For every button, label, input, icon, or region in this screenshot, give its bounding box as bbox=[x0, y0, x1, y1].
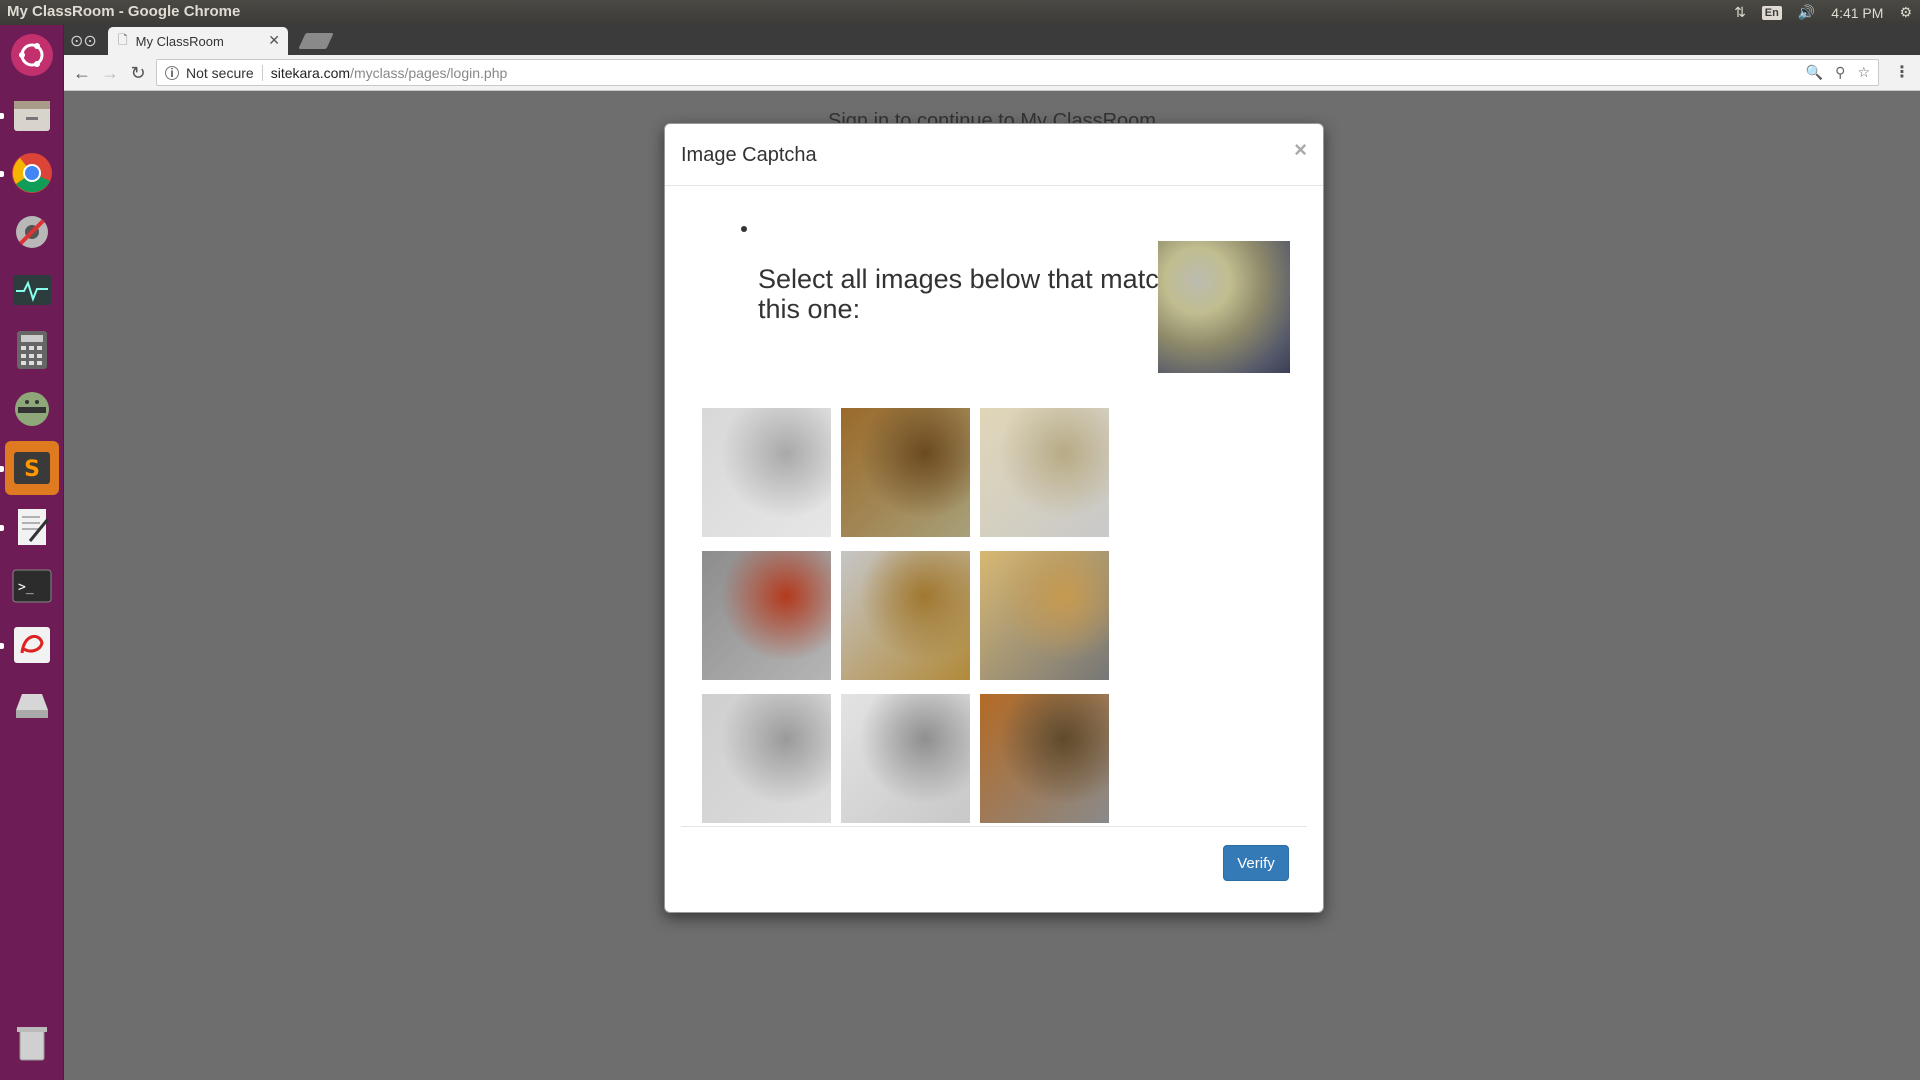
text-editor-icon[interactable] bbox=[5, 500, 59, 554]
sublime-running-indicator bbox=[0, 466, 4, 472]
page-viewport: Sign in to continue to My ClassRoom Imag… bbox=[64, 91, 1920, 1080]
drive-icon[interactable] bbox=[5, 677, 59, 731]
tab-title: My ClassRoom bbox=[135, 33, 224, 49]
captcha-modal: Image Captcha × Select all images below … bbox=[664, 123, 1324, 913]
captcha-reference-image bbox=[1158, 241, 1290, 373]
settings-gear-icon[interactable]: ⚙ bbox=[1891, 0, 1920, 25]
captcha-choice-image[interactable] bbox=[980, 551, 1109, 680]
browser-tab-strip: ⊙⊙ 🗋 My ClassRoom ✕ bbox=[64, 25, 1920, 55]
sublime-text-icon[interactable]: S bbox=[5, 441, 59, 495]
clock[interactable]: 4:41 PM bbox=[1823, 0, 1891, 25]
pdf-running-indicator bbox=[0, 643, 4, 649]
modal-header: Image Captcha × bbox=[665, 124, 1323, 186]
captcha-instruction: Select all images below that match this … bbox=[758, 264, 1174, 324]
security-label: Not secure bbox=[186, 64, 263, 81]
browser-menu-icon[interactable]: ⋮ bbox=[1894, 62, 1910, 82]
captcha-choice-image[interactable] bbox=[841, 694, 970, 823]
keyboard-layout-indicator[interactable]: En bbox=[1761, 5, 1782, 20]
url-host: sitekara.com bbox=[270, 64, 351, 81]
tab-my-classroom[interactable]: 🗋 My ClassRoom ✕ bbox=[108, 27, 288, 55]
chrome-icon[interactable] bbox=[5, 146, 59, 200]
android-device-icon[interactable] bbox=[5, 382, 59, 436]
extension-icon[interactable]: ⚲ bbox=[1835, 64, 1845, 81]
back-arrow-icon[interactable]: ← bbox=[70, 61, 94, 85]
address-bar[interactable]: i Not secure sitekara.com/myclass/pages/… bbox=[156, 59, 1879, 86]
browser-toolbar: ← → ↻ i Not secure sitekara.com/myclass/… bbox=[64, 55, 1920, 91]
reload-icon[interactable]: ↻ bbox=[126, 61, 150, 85]
modal-close-icon[interactable]: × bbox=[1294, 137, 1307, 163]
system-settings-icon[interactable] bbox=[5, 205, 59, 259]
incognito-icon: ⊙⊙ bbox=[70, 33, 97, 50]
captcha-choice-image[interactable] bbox=[841, 551, 970, 680]
modal-title: Image Captcha bbox=[681, 144, 817, 166]
verify-button[interactable]: Verify bbox=[1223, 845, 1289, 881]
unity-launcher: S >_ bbox=[0, 25, 64, 1080]
network-icon[interactable]: ⇅ bbox=[1726, 0, 1754, 25]
captcha-choice-image[interactable] bbox=[702, 408, 831, 537]
svg-text:>_: >_ bbox=[18, 580, 34, 595]
captcha-choice-image[interactable] bbox=[980, 694, 1109, 823]
text-editor-running-indicator bbox=[0, 525, 4, 531]
forward-arrow-icon[interactable]: → bbox=[98, 61, 122, 85]
ubuntu-dash-icon[interactable] bbox=[5, 28, 59, 82]
zoom-icon[interactable]: 🔍 bbox=[1806, 64, 1823, 81]
system-monitor-icon[interactable] bbox=[5, 264, 59, 318]
window-title: My ClassRoom - Google Chrome bbox=[7, 3, 241, 20]
url-path: /myclass/pages/login.php bbox=[350, 64, 508, 81]
bookmark-star-icon[interactable]: ☆ bbox=[1857, 64, 1870, 81]
captcha-choice-image[interactable] bbox=[841, 408, 970, 537]
os-top-bar: My ClassRoom - Google Chrome ⇅ En 🔊 4:41… bbox=[0, 0, 1920, 25]
captcha-choice-image[interactable] bbox=[980, 408, 1109, 537]
pdf-reader-icon[interactable] bbox=[5, 618, 59, 672]
site-info-icon[interactable]: i bbox=[165, 65, 179, 80]
volume-icon[interactable]: 🔊 bbox=[1790, 0, 1823, 25]
list-bullet bbox=[741, 226, 747, 232]
captcha-choice-image[interactable] bbox=[702, 694, 831, 823]
svg-text:S: S bbox=[24, 457, 40, 482]
captcha-choice-image[interactable] bbox=[702, 551, 831, 680]
trash-icon[interactable] bbox=[5, 1015, 59, 1069]
new-tab-button[interactable] bbox=[298, 33, 334, 49]
page-favicon-icon: 🗋 bbox=[118, 32, 128, 47]
system-tray: ⇅ En 🔊 4:41 PM ⚙ bbox=[1726, 0, 1920, 25]
terminal-icon[interactable]: >_ bbox=[5, 559, 59, 613]
files-icon[interactable] bbox=[5, 88, 59, 142]
calculator-icon[interactable] bbox=[5, 323, 59, 377]
files-running-indicator bbox=[0, 113, 4, 119]
chrome-running-indicator bbox=[0, 171, 4, 177]
omnibox-actions: 🔍 ⚲ ☆ bbox=[1806, 64, 1870, 81]
modal-footer-divider bbox=[681, 826, 1307, 827]
tab-close-icon[interactable]: ✕ bbox=[268, 32, 280, 49]
